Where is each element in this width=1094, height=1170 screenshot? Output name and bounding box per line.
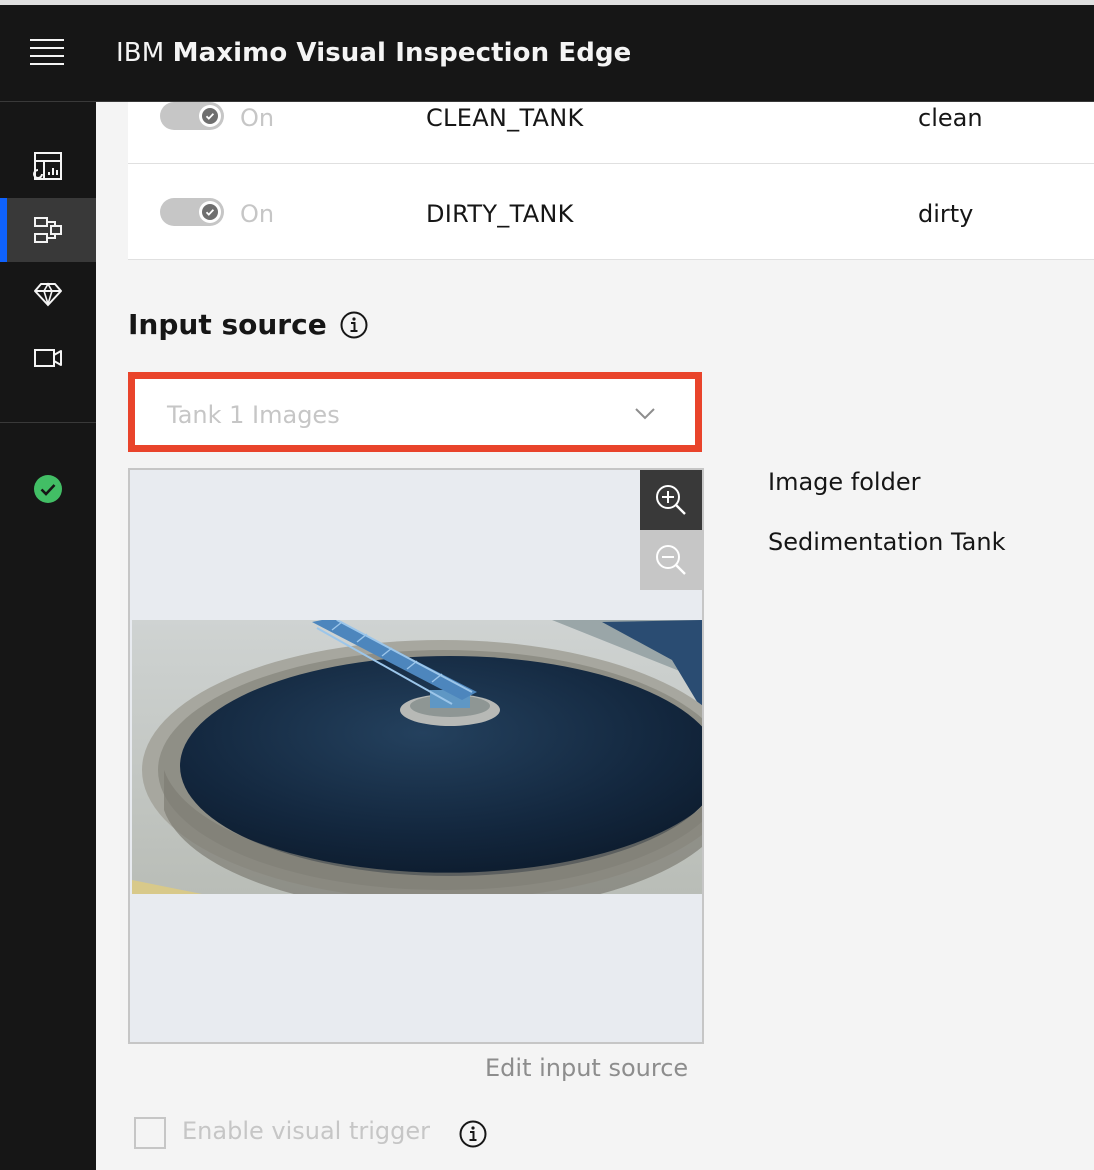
info-icon[interactable]	[339, 310, 369, 340]
class-label: clean	[918, 104, 983, 132]
edit-input-source-link[interactable]: Edit input source	[485, 1054, 688, 1082]
sidebar-item-dashboard[interactable]	[0, 134, 96, 198]
visual-trigger-checkbox[interactable]	[134, 1117, 166, 1149]
input-source-heading: Input source	[128, 308, 327, 341]
toggle-state-text: On	[240, 200, 275, 228]
sidebar-item-models[interactable]	[0, 262, 96, 326]
rule-table: On CLEAN_TANK clean On DIRTY_TANK dirty	[128, 102, 1094, 260]
sedimentation-tank-image	[132, 620, 702, 894]
input-source-type: Image folder	[768, 468, 921, 496]
checkmark-filled-icon	[34, 475, 62, 503]
sidebar-item-cameras[interactable]	[0, 326, 96, 390]
zoom-in-icon	[656, 485, 686, 515]
zoom-in-button[interactable]	[640, 470, 702, 530]
inspection-flow-icon	[34, 217, 62, 243]
brand-prefix: IBM	[116, 38, 165, 68]
input-source-dropdown[interactable]: Tank 1 Images	[128, 372, 702, 452]
zoom-out-button[interactable]	[640, 530, 702, 590]
side-navigation	[0, 102, 96, 1170]
toggle-knob	[199, 105, 221, 127]
rule-toggle[interactable]	[160, 198, 224, 226]
image-preview	[128, 468, 704, 1044]
visual-trigger-label: Enable visual trigger	[182, 1117, 431, 1145]
class-name: DIRTY_TANK	[426, 200, 574, 228]
brand-name: Maximo Visual Inspection Edge	[172, 38, 632, 68]
sidebar-item-inspections[interactable]	[0, 198, 96, 262]
class-name: CLEAN_TANK	[426, 104, 584, 132]
class-label: dirty	[918, 200, 974, 228]
product-title: IBM Maximo Visual Inspection Edge	[116, 38, 631, 68]
toggle-state-text: On	[240, 104, 275, 132]
input-source-name: Sedimentation Tank	[768, 528, 1006, 556]
checkmark-icon	[202, 108, 218, 124]
table-row: On CLEAN_TANK clean	[128, 102, 1094, 164]
chevron-down-icon	[635, 408, 655, 420]
hamburger-menu-icon[interactable]	[30, 39, 64, 65]
video-camera-icon	[34, 349, 62, 367]
model-diamond-icon	[34, 282, 62, 307]
dropdown-selected-value: Tank 1 Images	[167, 401, 340, 429]
table-row: On DIRTY_TANK dirty	[128, 164, 1094, 260]
top-header: IBM Maximo Visual Inspection Edge	[0, 0, 1094, 102]
info-icon[interactable]	[458, 1119, 488, 1149]
main-content: On CLEAN_TANK clean On DIRTY_TANK dirty …	[96, 102, 1094, 1170]
dashboard-icon	[33, 152, 62, 180]
zoom-out-icon	[656, 545, 686, 575]
nav-divider	[0, 422, 96, 423]
toggle-knob	[199, 201, 221, 223]
rule-toggle[interactable]	[160, 102, 224, 130]
checkmark-icon	[202, 204, 218, 220]
